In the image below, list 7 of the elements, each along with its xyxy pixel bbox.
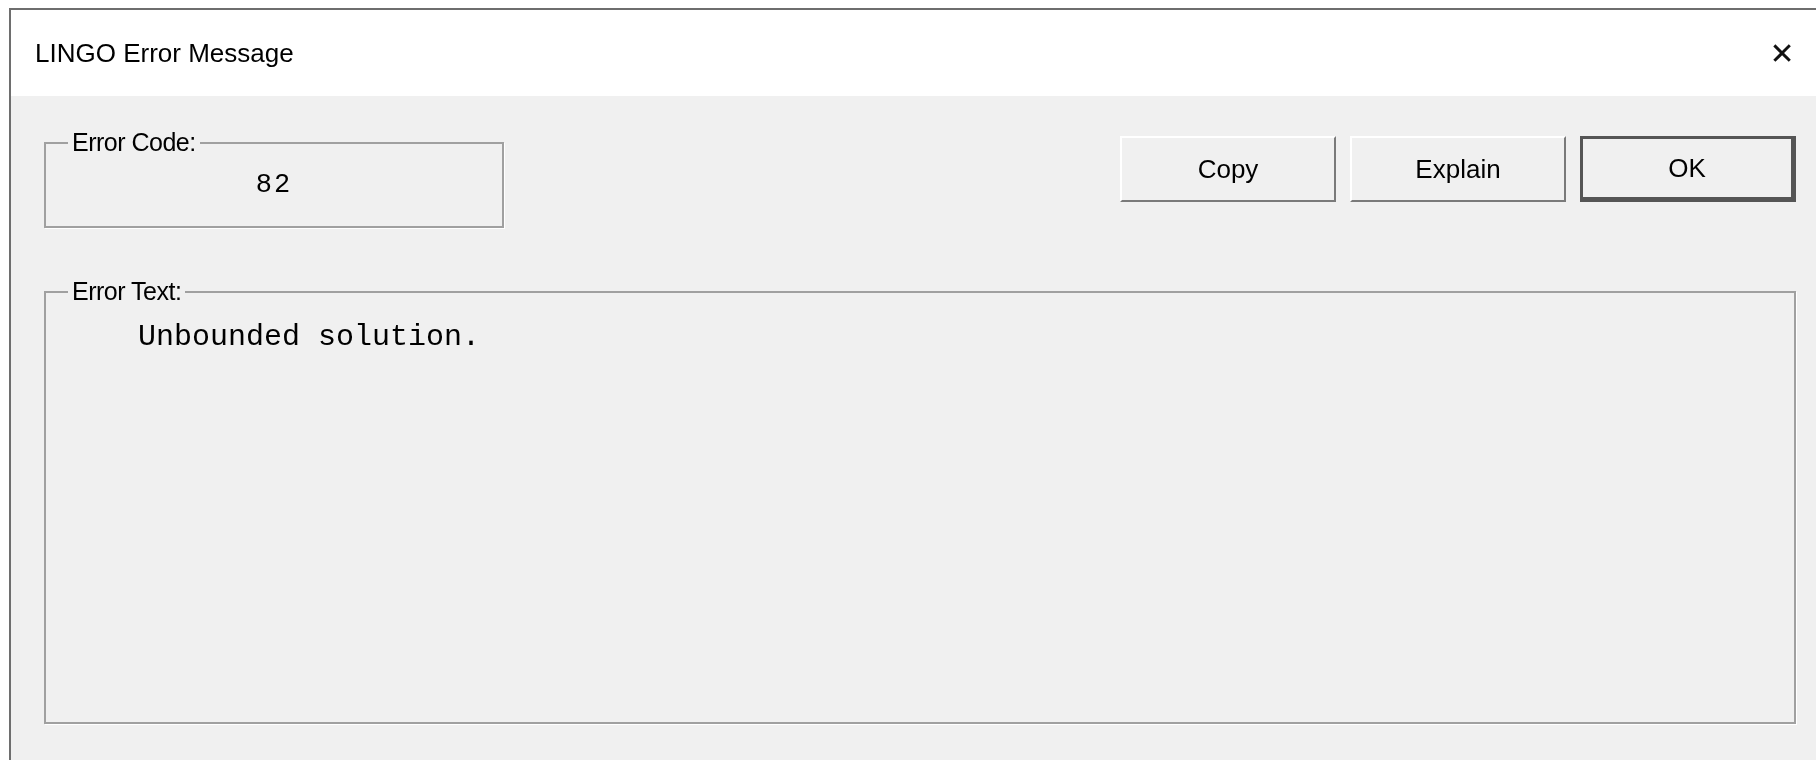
error-code-value: 82 (254, 170, 294, 200)
dialog-button[interactable]: Copy (1120, 136, 1336, 202)
dialog-button[interactable]: Explain (1350, 136, 1566, 202)
dialog-button[interactable]: OK (1580, 136, 1796, 202)
close-button[interactable]: ✕ (1752, 23, 1812, 83)
window-title: LINGO Error Message (35, 37, 294, 69)
error-text-message: Unbounded solution. (137, 319, 482, 354)
